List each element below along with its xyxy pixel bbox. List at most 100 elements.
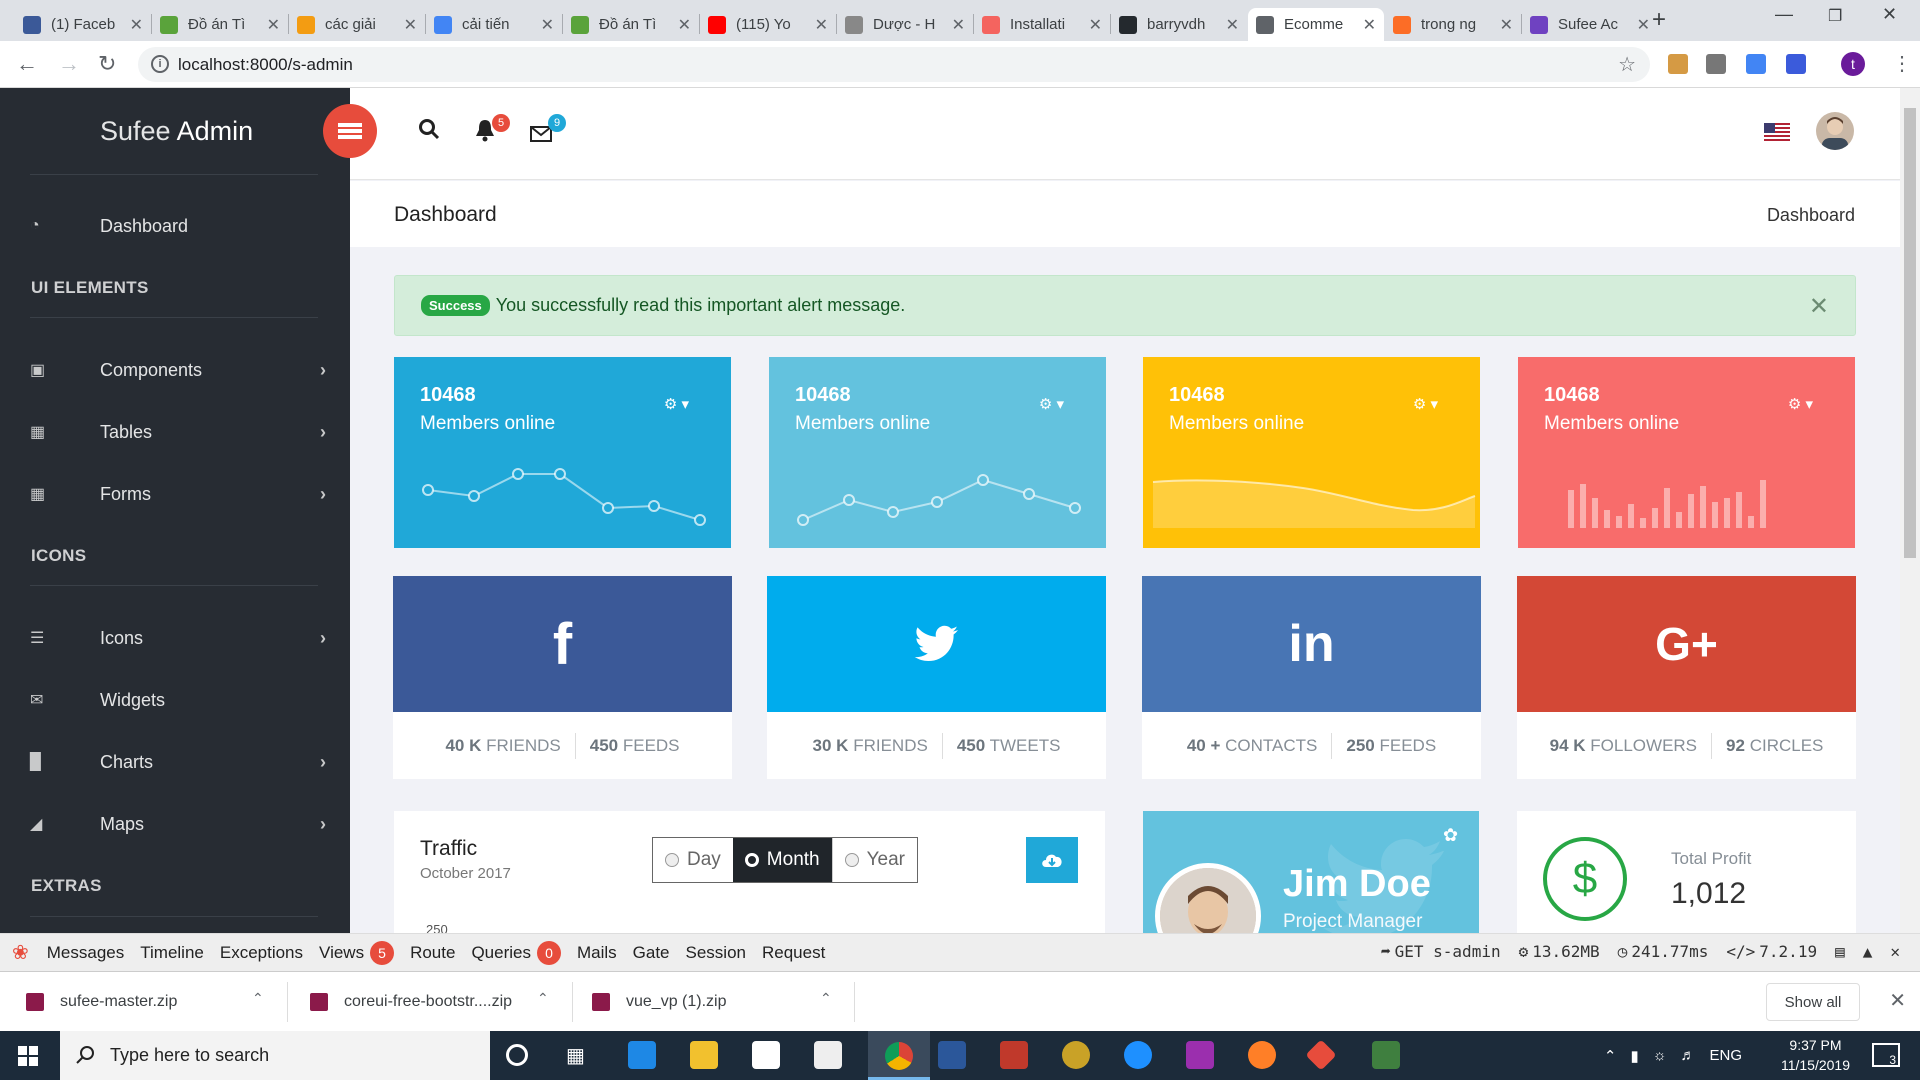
linkedin-icon[interactable]: in (1142, 576, 1481, 712)
debug-tab-request[interactable]: Request (762, 943, 825, 963)
debug-tab-messages[interactable]: Messages (47, 943, 124, 963)
menu-toggle-button[interactable] (323, 104, 377, 158)
sidebar-item-components[interactable]: ▣ Components › (30, 350, 326, 390)
option-year[interactable]: Year (831, 838, 917, 882)
tab-close-icon[interactable]: ✕ (541, 15, 554, 35)
scrollbar-thumb[interactable] (1904, 108, 1916, 558)
browser-tab[interactable]: Sufee Ac ✕ (1522, 8, 1658, 41)
extension-icon[interactable] (1668, 54, 1688, 74)
battery-icon[interactable]: ▮ (1630, 1047, 1638, 1065)
bookmark-star-icon[interactable]: ☆ (1618, 52, 1636, 77)
browser-tab[interactable]: (1) Faceb ✕ (15, 8, 151, 41)
tab-close-icon[interactable]: ✕ (952, 15, 965, 35)
tab-close-icon[interactable]: ✕ (1363, 15, 1376, 35)
debug-tab-queries[interactable]: Queries 0 (471, 940, 561, 965)
tab-close-icon[interactable]: ✕ (678, 15, 691, 35)
sidebar-item-tables[interactable]: ▦ Tables › (30, 412, 326, 452)
phpstorm-icon[interactable] (1186, 1041, 1214, 1069)
tab-close-icon[interactable]: ✕ (130, 15, 143, 35)
store-icon[interactable] (752, 1041, 780, 1069)
file-explorer-icon[interactable] (690, 1041, 718, 1069)
breadcrumb[interactable]: Dashboard (1767, 205, 1855, 226)
debug-tab-timeline[interactable]: Timeline (140, 943, 204, 963)
tab-close-icon[interactable]: ✕ (1637, 15, 1650, 35)
tab-close-icon[interactable]: ✕ (404, 15, 417, 35)
new-tab-button[interactable]: + (1652, 6, 1666, 34)
download-item[interactable]: sufee-master.zip (26, 972, 177, 1032)
debug-tab-exceptions[interactable]: Exceptions (220, 943, 303, 963)
language-indicator[interactable]: ENG (1709, 1047, 1742, 1064)
browser-tab[interactable]: Đồ án Tì ✕ (563, 8, 699, 41)
facebook-icon[interactable]: f (393, 576, 732, 712)
route-value[interactable]: GET s-admin (1395, 942, 1501, 961)
browser-tab[interactable]: trong ng ✕ (1385, 8, 1521, 41)
notification-center-icon[interactable]: 3 (1872, 1043, 1900, 1067)
option-day[interactable]: Day (653, 838, 733, 882)
url-bar[interactable]: i localhost:8000/s-admin ☆ (138, 47, 1650, 82)
tab-close-icon[interactable]: ✕ (1089, 15, 1102, 35)
tab-close-icon[interactable]: ✕ (1226, 15, 1239, 35)
us-flag-icon[interactable] (1764, 123, 1790, 141)
chrome-taskbar-button[interactable] (868, 1031, 930, 1080)
maximize-button[interactable]: ❐ (1828, 6, 1842, 26)
chevron-up-icon[interactable]: ▲ (1863, 942, 1873, 961)
search-icon[interactable] (418, 118, 440, 140)
close-icon[interactable]: ✕ (1890, 942, 1900, 961)
mail-icon[interactable] (814, 1041, 842, 1069)
extension-icon[interactable] (1706, 54, 1726, 74)
forward-icon[interactable]: → (58, 51, 80, 77)
task-view-icon[interactable]: ▦ (566, 1043, 594, 1071)
back-icon[interactable]: ← (16, 51, 38, 77)
extension-icon[interactable] (1786, 54, 1806, 74)
browser-tab[interactable]: cải tiến ✕ (426, 8, 562, 41)
game-icon[interactable] (1062, 1041, 1090, 1069)
git-icon[interactable] (1305, 1039, 1337, 1071)
browser-tab[interactable]: các giải ✕ (289, 8, 425, 41)
profile-avatar[interactable]: t (1841, 52, 1865, 76)
app-icon[interactable] (1000, 1041, 1028, 1069)
browser-tab[interactable]: Dược - H ✕ (837, 8, 973, 41)
translate-extension-icon[interactable] (1746, 54, 1766, 74)
sidebar-item-dashboard[interactable]: ◔ Dashboard (30, 206, 326, 246)
folder-icon[interactable]: ▤ (1835, 942, 1845, 961)
close-icon[interactable]: ✕ (1809, 292, 1829, 321)
gear-dropdown-icon[interactable]: ⚙ ▾ (664, 395, 689, 413)
clock[interactable]: 9:37 PM 11/15/2019 (1781, 1035, 1850, 1075)
tab-close-icon[interactable]: ✕ (1500, 15, 1513, 35)
edge-icon[interactable] (628, 1041, 656, 1069)
download-item[interactable]: coreui-free-bootstr....zip (310, 972, 512, 1032)
cortana-icon[interactable] (506, 1044, 528, 1066)
download-button[interactable] (1026, 837, 1078, 883)
sidebar-item-widgets[interactable]: ✉ Widgets (30, 680, 326, 720)
debug-tab-gate[interactable]: Gate (633, 943, 670, 963)
twitter-card-header[interactable] (767, 576, 1106, 712)
browser-tab[interactable]: barryvdh ✕ (1111, 8, 1247, 41)
chevron-up-icon[interactable]: ⌃ (537, 990, 549, 1007)
tab-close-icon[interactable]: ✕ (815, 15, 828, 35)
mail-icon[interactable] (530, 126, 552, 142)
debug-tab-views[interactable]: Views 5 (319, 940, 395, 965)
sidebar-item-icons[interactable]: ☰ Icons › (30, 618, 326, 658)
debug-tab-session[interactable]: Session (686, 943, 746, 963)
app-icon[interactable] (1124, 1041, 1152, 1069)
chevron-up-icon[interactable]: ⌃ (252, 990, 264, 1007)
sidebar-item-charts[interactable]: ▉ Charts › (30, 742, 326, 782)
close-icon[interactable]: ✕ (1889, 988, 1906, 1013)
debugbar-logo-icon[interactable]: ❀ (12, 940, 29, 965)
info-icon[interactable]: i (151, 55, 169, 73)
browser-menu-icon[interactable]: ⋮ (1892, 51, 1912, 76)
sidebar-item-forms[interactable]: ▦ Forms › (30, 474, 326, 514)
brand-logo[interactable]: Sufee Admin (100, 116, 253, 147)
chevron-up-icon[interactable]: ⌃ (820, 990, 832, 1007)
twitter-icon[interactable]: ✿ (1443, 825, 1458, 846)
show-all-button[interactable]: Show all (1766, 983, 1860, 1021)
word-icon[interactable] (938, 1041, 966, 1069)
browser-tab[interactable]: Ecomme ✕ (1248, 8, 1384, 41)
google-plus-icon[interactable]: G+ (1517, 576, 1856, 712)
windows-start-icon[interactable] (18, 1046, 38, 1066)
browser-tab[interactable]: (115) Yo ✕ (700, 8, 836, 41)
minimize-button[interactable]: — (1775, 4, 1793, 25)
gear-dropdown-icon[interactable]: ⚙ ▾ (1413, 395, 1438, 413)
browser-tab[interactable]: Đồ án Tì ✕ (152, 8, 288, 41)
sidebar-item-maps[interactable]: ◢ Maps › (30, 804, 326, 844)
